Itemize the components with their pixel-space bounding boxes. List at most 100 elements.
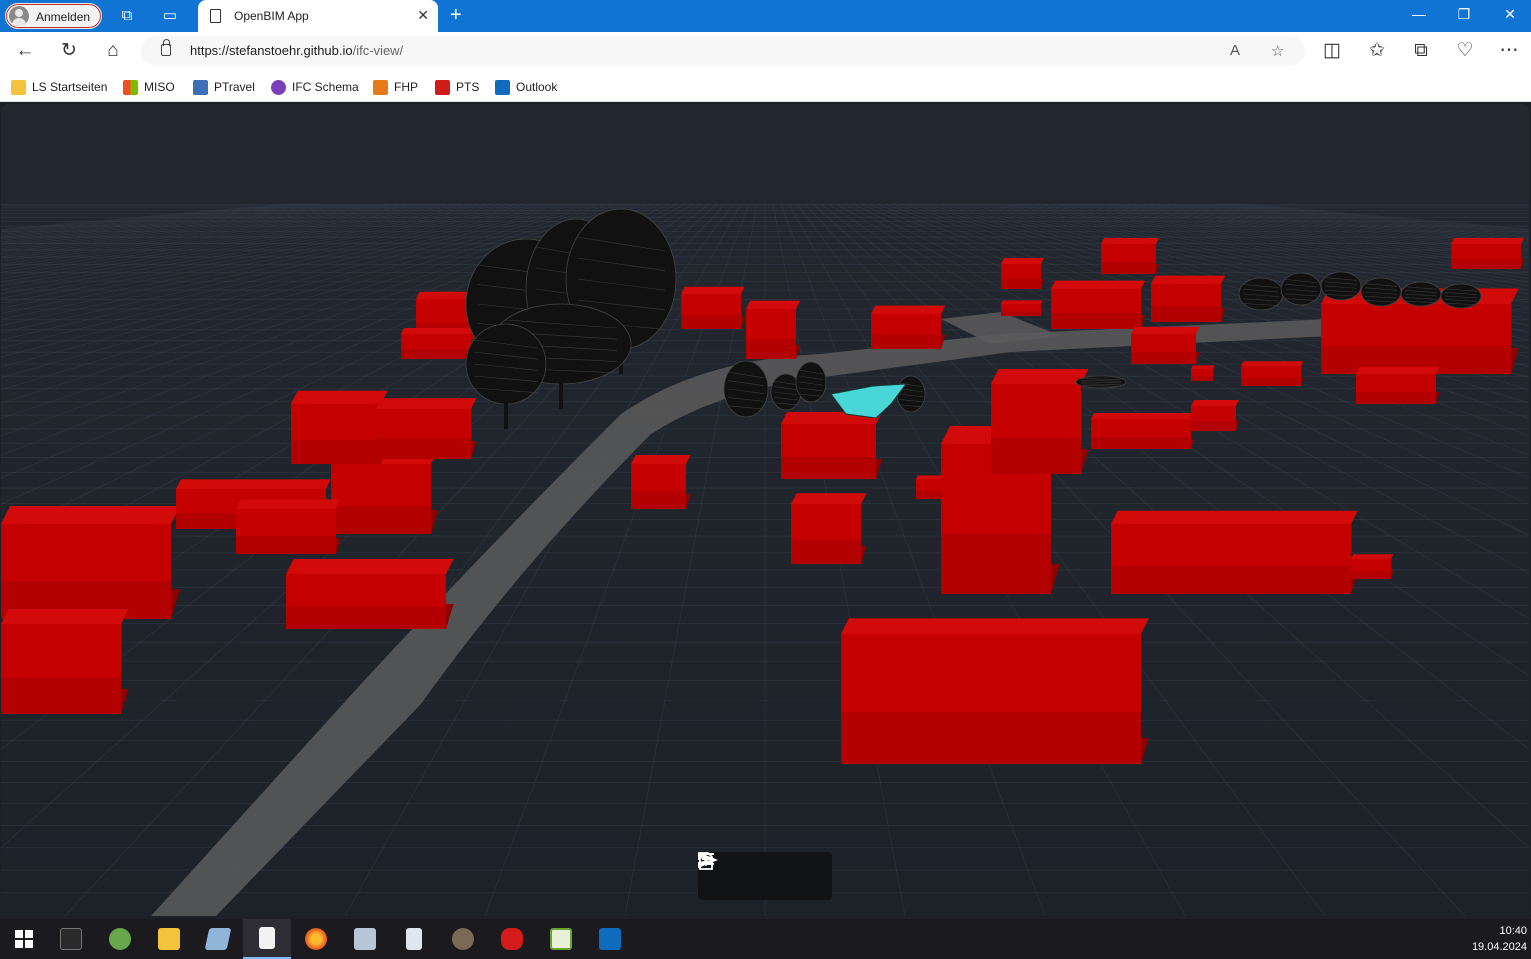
building[interactable] [681, 286, 745, 329]
read-aloud-icon[interactable]: A [1230, 42, 1240, 59]
building[interactable] [1451, 238, 1524, 269]
building[interactable] [236, 499, 341, 554]
home-icon[interactable]: ⌂ [102, 40, 124, 62]
back-icon[interactable]: ← [14, 40, 36, 62]
restore-icon[interactable]: ❐ [1454, 6, 1474, 23]
tree[interactable] [1238, 277, 1284, 311]
refresh-icon[interactable]: ↻ [58, 40, 80, 62]
building[interactable] [291, 390, 388, 464]
favorites-bar: LS Startseiten MISO PTravel IFC Schema F… [0, 70, 1531, 102]
system-clock[interactable]: 10:40 19.04.2024 [1472, 923, 1527, 955]
favorite-ls-startseiten[interactable]: LS Startseiten [11, 78, 107, 96]
outlook-taskbar-icon[interactable] [586, 919, 634, 959]
building[interactable] [1351, 554, 1394, 579]
building[interactable] [1, 609, 129, 714]
calculator-icon[interactable] [390, 919, 438, 959]
collections-icon[interactable]: ⧉ [1410, 40, 1432, 62]
gimp-icon[interactable] [439, 919, 487, 959]
address-bar[interactable]: https://stefanstoehr.github.io/ifc-view/… [141, 36, 1305, 66]
tree[interactable] [795, 361, 827, 403]
building[interactable] [631, 455, 691, 509]
browser-essentials-icon[interactable]: ♡ [1454, 40, 1476, 62]
building[interactable] [1241, 361, 1304, 386]
building[interactable] [916, 475, 943, 499]
favorites-icon[interactable]: ✩ [1366, 40, 1388, 62]
scene-canvas[interactable] [1, 104, 1529, 916]
favorite-outlook[interactable]: Outlook [495, 78, 557, 96]
more-menu-icon[interactable]: ⋯ [1498, 40, 1520, 62]
notes-icon[interactable] [194, 919, 242, 959]
folder-icon [11, 79, 26, 95]
favorite-fhp[interactable]: FHP [373, 78, 418, 96]
building[interactable] [1001, 258, 1044, 289]
tree[interactable] [1280, 272, 1322, 306]
lock-icon[interactable] [161, 39, 171, 56]
tree[interactable] [1360, 277, 1402, 307]
fhp-icon [373, 79, 388, 95]
profile-button[interactable]: Anmelden [5, 3, 102, 29]
building[interactable] [991, 369, 1089, 474]
tab-actions-icon[interactable]: ▭ [160, 6, 180, 26]
building[interactable] [746, 300, 801, 359]
qgis-icon[interactable] [96, 919, 144, 959]
ifc-3d-viewer[interactable] [1, 104, 1529, 916]
building[interactable] [841, 618, 1149, 764]
url-text[interactable]: https://stefanstoehr.github.io/ifc-view/ [190, 43, 403, 58]
model-tree-button[interactable] [698, 853, 780, 891]
building[interactable] [1091, 413, 1194, 449]
new-tab-icon[interactable]: + [450, 4, 462, 27]
send-icon [698, 852, 718, 868]
building[interactable] [791, 493, 867, 564]
windows-start-icon[interactable] [0, 919, 48, 959]
building[interactable] [1191, 400, 1239, 431]
document-icon[interactable] [243, 919, 291, 959]
favorite-pts[interactable]: PTS [435, 78, 479, 96]
windows-taskbar: 10:40 19.04.2024 [0, 919, 1531, 959]
building[interactable] [871, 305, 946, 349]
ptravel-icon [193, 79, 208, 95]
tree[interactable] [1320, 271, 1362, 301]
favorite-ptravel[interactable]: PTravel [193, 78, 255, 96]
building[interactable] [1051, 280, 1146, 329]
cube-app-icon[interactable] [341, 919, 389, 959]
tree[interactable] [723, 360, 769, 418]
building[interactable] [376, 398, 477, 459]
tree[interactable] [1400, 281, 1442, 307]
favorite-ifc-schema[interactable]: IFC Schema [271, 78, 359, 96]
red-app-icon[interactable] [488, 919, 536, 959]
firefox-icon[interactable] [292, 919, 340, 959]
building[interactable] [401, 328, 474, 359]
file-explorer-icon[interactable] [145, 919, 193, 959]
close-tab-icon[interactable]: ✕ [417, 7, 429, 24]
close-window-icon[interactable]: ✕ [1500, 6, 1520, 23]
terminal-icon[interactable] [47, 919, 95, 959]
building[interactable] [1191, 365, 1215, 381]
building[interactable] [1, 506, 180, 619]
send-button[interactable] [698, 852, 819, 891]
workspaces-icon[interactable]: ⧉ [117, 6, 137, 26]
split-screen-icon[interactable]: ◫ [1321, 40, 1343, 62]
building[interactable] [1356, 366, 1440, 404]
favorite-star-icon[interactable]: ☆ [1271, 42, 1284, 60]
viewer-toolbar [698, 852, 832, 900]
page-icon [210, 9, 221, 23]
outlook-icon [495, 79, 510, 95]
building[interactable] [781, 412, 882, 479]
building[interactable] [1101, 238, 1159, 274]
tab-openbim-app[interactable]: OpenBIM App ✕ [198, 0, 438, 32]
miso-icon [123, 79, 138, 95]
minimize-icon[interactable]: — [1409, 6, 1429, 22]
tree[interactable] [1440, 283, 1482, 309]
building[interactable] [1151, 275, 1226, 322]
avatar-icon [9, 6, 29, 26]
building[interactable] [1131, 326, 1200, 364]
browser-title-bar: Anmelden ⧉ ▭ OpenBIM App ✕ + — ❐ ✕ [0, 0, 1531, 32]
tree[interactable] [896, 375, 926, 413]
building[interactable] [1111, 510, 1358, 594]
chart-app-icon[interactable] [537, 919, 585, 959]
tree[interactable] [1075, 375, 1127, 389]
building[interactable] [286, 559, 454, 629]
building[interactable] [1001, 300, 1043, 316]
favorite-miso[interactable]: MISO [123, 78, 175, 96]
profile-label: Anmelden [36, 10, 91, 24]
